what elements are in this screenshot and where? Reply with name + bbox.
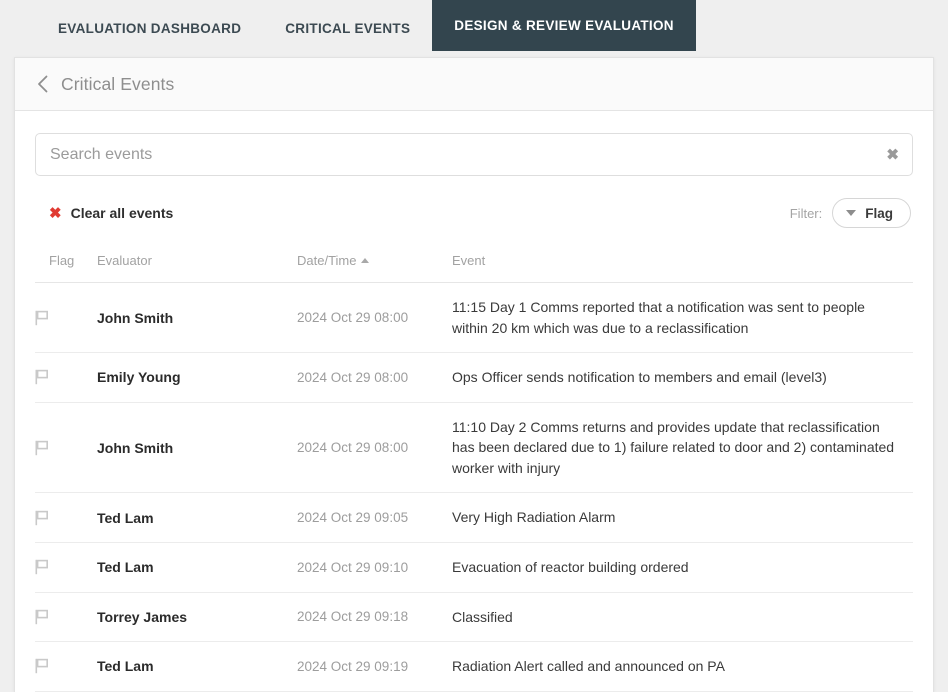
search-input[interactable]: [36, 134, 912, 175]
chevron-left-icon[interactable]: [37, 75, 48, 93]
events-table: Flag Evaluator Date/Time Event John Smit…: [35, 247, 913, 692]
row-flag-cell[interactable]: [35, 543, 97, 593]
column-header-evaluator[interactable]: Evaluator: [97, 247, 297, 283]
action-row: ✖ Clear all events Filter: Flag: [35, 193, 913, 233]
flag-outline-icon[interactable]: [35, 559, 49, 575]
row-event-text: Very High Radiation Alarm: [452, 493, 913, 543]
tab-design-review-evaluation[interactable]: DESIGN & REVIEW EVALUATION: [432, 0, 696, 51]
flag-outline-icon[interactable]: [35, 658, 49, 674]
row-event-text: Radiation Alert called and announced on …: [452, 642, 913, 692]
row-flag-cell[interactable]: [35, 642, 97, 692]
clear-all-events-button[interactable]: ✖ Clear all events: [49, 205, 173, 221]
caret-down-icon: [846, 210, 856, 216]
row-event-text: Evacuation of reactor building ordered: [452, 543, 913, 593]
row-event-text: 11:10 Day 2 Comms returns and provides u…: [452, 402, 913, 493]
column-header-event[interactable]: Event: [452, 247, 913, 283]
flag-outline-icon[interactable]: [35, 609, 49, 625]
sort-ascending-icon: [361, 258, 369, 263]
tab-critical-events[interactable]: CRITICAL EVENTS: [263, 0, 432, 57]
column-header-flag[interactable]: Flag: [35, 247, 97, 283]
row-datetime: 2024 Oct 29 09:10: [297, 543, 452, 593]
card-body: ✖ ✖ Clear all events Filter: Flag Flag E…: [15, 111, 933, 692]
table-row[interactable]: Ted Lam2024 Oct 29 09:19Radiation Alert …: [35, 642, 913, 692]
table-row[interactable]: Emily Young2024 Oct 29 08:00Ops Officer …: [35, 353, 913, 403]
row-evaluator: Ted Lam: [97, 642, 297, 692]
row-datetime: 2024 Oct 29 09:05: [297, 493, 452, 543]
events-table-body: John Smith2024 Oct 29 08:0011:15 Day 1 C…: [35, 283, 913, 692]
row-evaluator: Ted Lam: [97, 543, 297, 593]
events-table-head: Flag Evaluator Date/Time Event: [35, 247, 913, 283]
breadcrumb[interactable]: Critical Events: [61, 74, 174, 95]
row-event-text: Ops Officer sends notification to member…: [452, 353, 913, 403]
row-event-text: 11:15 Day 1 Comms reported that a notifi…: [452, 283, 913, 353]
table-row[interactable]: Ted Lam2024 Oct 29 09:10Evacuation of re…: [35, 543, 913, 593]
row-datetime: 2024 Oct 29 08:00: [297, 402, 452, 493]
table-row[interactable]: John Smith2024 Oct 29 08:0011:15 Day 1 C…: [35, 283, 913, 353]
table-header-row: Flag Evaluator Date/Time Event: [35, 247, 913, 283]
row-datetime: 2024 Oct 29 09:18: [297, 592, 452, 642]
tab-evaluation-dashboard[interactable]: EVALUATION DASHBOARD: [36, 0, 263, 57]
row-event-text: Classified: [452, 592, 913, 642]
row-evaluator: John Smith: [97, 402, 297, 493]
column-header-datetime[interactable]: Date/Time: [297, 247, 452, 283]
table-row[interactable]: John Smith2024 Oct 29 08:0011:10 Day 2 C…: [35, 402, 913, 493]
row-flag-cell[interactable]: [35, 283, 97, 353]
row-flag-cell[interactable]: [35, 592, 97, 642]
flag-outline-icon[interactable]: [35, 510, 49, 526]
row-evaluator: Emily Young: [97, 353, 297, 403]
filter-group: Filter: Flag: [790, 198, 911, 228]
row-evaluator: Ted Lam: [97, 493, 297, 543]
row-datetime: 2024 Oct 29 08:00: [297, 283, 452, 353]
main-tab-bar: EVALUATION DASHBOARD CRITICAL EVENTS DES…: [0, 0, 948, 57]
flag-outline-icon[interactable]: [35, 440, 49, 456]
filter-label: Filter:: [790, 206, 823, 221]
row-evaluator: John Smith: [97, 283, 297, 353]
search-bar: ✖: [35, 133, 913, 176]
critical-events-card: Critical Events ✖ ✖ Clear all events Fil…: [14, 57, 934, 692]
row-datetime: 2024 Oct 29 09:19: [297, 642, 452, 692]
search-clear-icon[interactable]: ✖: [886, 147, 899, 162]
filter-flag-button[interactable]: Flag: [832, 198, 911, 228]
row-flag-cell[interactable]: [35, 402, 97, 493]
filter-flag-label: Flag: [865, 206, 893, 221]
red-x-icon: ✖: [49, 206, 62, 221]
flag-outline-icon[interactable]: [35, 310, 49, 326]
column-header-datetime-label: Date/Time: [297, 253, 356, 268]
clear-all-events-label: Clear all events: [71, 205, 174, 221]
card-header: Critical Events: [15, 58, 933, 111]
table-row[interactable]: Ted Lam2024 Oct 29 09:05Very High Radiat…: [35, 493, 913, 543]
flag-outline-icon[interactable]: [35, 369, 49, 385]
row-flag-cell[interactable]: [35, 493, 97, 543]
row-flag-cell[interactable]: [35, 353, 97, 403]
table-row[interactable]: Torrey James2024 Oct 29 09:18Classified: [35, 592, 913, 642]
row-evaluator: Torrey James: [97, 592, 297, 642]
row-datetime: 2024 Oct 29 08:00: [297, 353, 452, 403]
